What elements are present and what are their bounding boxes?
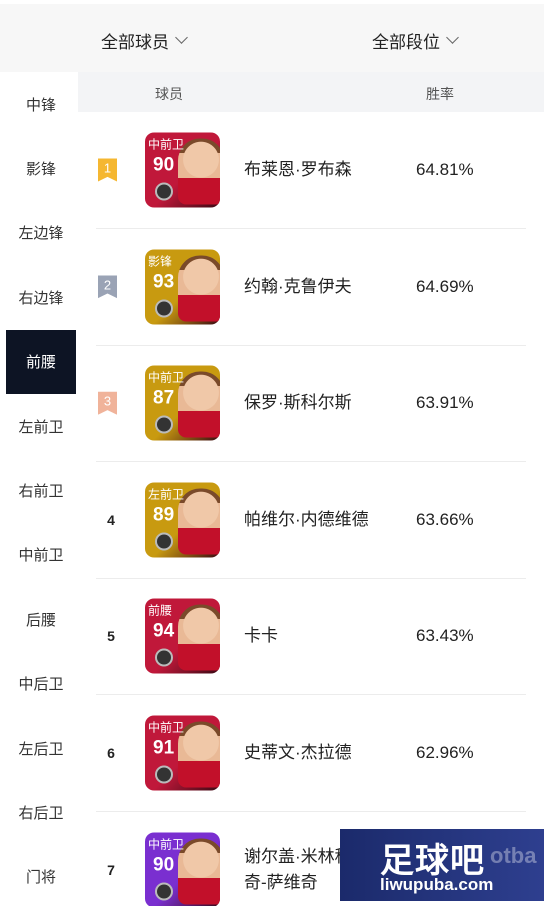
sidebar-item[interactable]: 右后卫 [6,780,76,844]
rank-number: 4 [107,511,115,528]
chevron-down-icon [446,31,459,44]
sidebar-item[interactable]: 门将 [6,845,76,906]
card-coin-icon [155,299,173,318]
rank-filter-label: 全部段位 [372,33,440,52]
rank-badge: 1 [98,158,117,182]
card-coin-icon [155,182,173,201]
table-row[interactable]: 4 左前卫 89 帕维尔·内德维德 63.66% [96,462,526,579]
column-header-win-rate: 胜率 [426,86,454,102]
win-rate: 64.69% [416,276,474,296]
table-row[interactable]: 3 中前卫 87 保罗·斯科尔斯 63.91% [96,345,526,463]
chevron-down-icon [175,31,188,44]
player-name: 保罗·斯科尔斯 [244,393,352,413]
card-position: 中前卫 [148,137,185,152]
player-name: 帕维尔·内德维德 [244,509,369,529]
table-row[interactable]: 5 前腰 94 卡卡 63.43% [96,578,526,696]
player-portrait [178,255,220,322]
card-rating: 89 [153,504,175,526]
card-coin-icon [155,765,173,784]
win-rate: 64.81% [416,160,474,179]
player-portrait [178,604,220,671]
card-rating: 94 [153,620,175,642]
player-card[interactable]: 中前卫 90 [145,832,220,906]
win-rate: 63.91% [416,393,474,413]
sidebar-item[interactable]: 中前卫 [6,523,76,587]
sidebar-item[interactable]: 前腰 [6,329,76,394]
card-position: 中前卫 [148,370,185,385]
player-portrait [178,838,220,905]
player-name: 布莱恩·罗布森 [244,160,352,179]
card-rating: 91 [153,737,175,759]
card-position: 影锋 [148,254,173,269]
player-filter-dropdown[interactable]: 全部球员 [101,28,188,53]
sidebar-item[interactable]: 左后卫 [6,716,76,780]
sidebar-item[interactable]: 右前卫 [6,458,76,522]
sidebar-item[interactable]: 左边锋 [6,201,76,265]
card-rating: 90 [153,854,175,876]
player-filter-label: 全部球员 [101,33,169,52]
sidebar-item[interactable]: 中锋 [6,72,76,136]
watermark-url: liwupuba.com [380,875,494,894]
column-header-player: 球员 [155,86,183,102]
player-card[interactable]: 左前卫 89 [145,482,220,558]
player-name: 史蒂文·杰拉德 [244,743,352,762]
card-rating: 87 [153,387,175,409]
sidebar-item[interactable]: 中后卫 [6,652,76,716]
card-rating: 93 [153,271,175,293]
player-name: 约翰·克鲁伊夫 [244,276,352,296]
player-portrait [178,721,220,788]
player-card[interactable]: 中前卫 87 [145,365,220,441]
card-coin-icon [155,882,173,901]
card-position: 左前卫 [148,487,185,502]
watermark-logo: otba 足球吧 liwupuba.com [340,829,544,901]
player-portrait [178,488,220,555]
player-card[interactable]: 中前卫 90 [145,132,220,208]
player-portrait [178,138,220,205]
table-row[interactable]: 6 中前卫 91 史蒂文·杰拉德 62.96% [96,695,526,812]
table-header: 球员 胜率 [78,72,544,112]
sidebar-item[interactable]: 右边锋 [6,265,76,329]
position-sidebar: 中锋 影锋 左边锋 右边锋 前腰 左前卫 右前卫 中前卫 后腰 中后卫 左后卫 右后卫 门将 [6,72,76,906]
sidebar-item[interactable]: 左前卫 [6,394,76,458]
player-card[interactable]: 影锋 93 [145,249,220,325]
player-card[interactable]: 中前卫 91 [145,715,220,791]
watermark-background-text: otba [490,843,537,868]
player-portrait [178,371,220,438]
rank-badge: 3 [98,391,117,415]
card-position: 中前卫 [148,720,185,735]
rank-filter-dropdown[interactable]: 全部段位 [372,28,459,53]
sidebar-item[interactable]: 影锋 [6,136,76,200]
card-coin-icon [155,415,173,434]
player-ranking-table: 球员 胜率 1 中前卫 90 布莱恩·罗布森 64.81% 2 影锋 93 约翰·克鲁伊夫 64.… [78,72,544,906]
table-row[interactable]: 1 中前卫 90 布莱恩·罗布森 64.81% [96,112,526,229]
win-rate: 62.96% [416,743,474,762]
card-rating: 90 [153,154,175,176]
rank-number: 5 [107,628,115,645]
filter-bar: 全部球员 全部段位 [0,0,544,72]
card-coin-icon [155,648,173,667]
card-position: 中前卫 [148,837,185,852]
rank-badge: 2 [98,275,117,299]
table-row[interactable]: 2 影锋 93 约翰·克鲁伊夫 64.69% [96,229,526,346]
win-rate: 63.66% [416,509,474,529]
player-name: 卡卡 [244,626,278,646]
rank-number: 7 [107,861,115,878]
card-position: 前腰 [148,603,173,618]
card-coin-icon [155,532,173,551]
sidebar-item[interactable]: 后腰 [6,587,76,651]
win-rate: 63.43% [416,626,474,646]
rank-number: 6 [107,745,115,761]
player-card[interactable]: 前腰 94 [145,598,220,674]
